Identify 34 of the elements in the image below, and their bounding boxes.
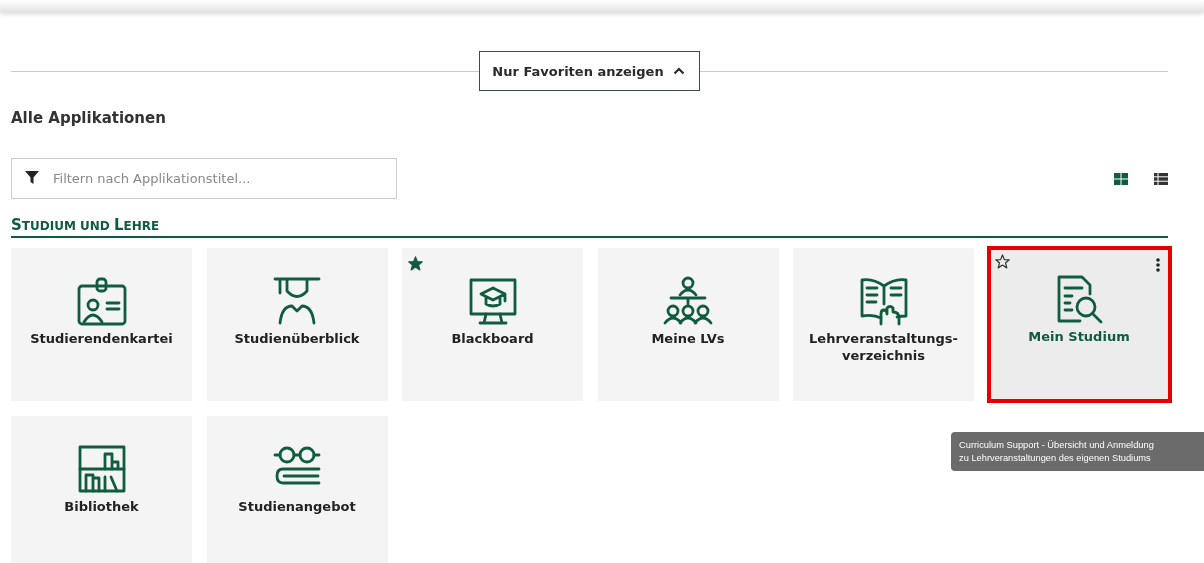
- app-tile[interactable]: Studienangebot: [206, 416, 388, 563]
- app-tile[interactable]: Meine LVs: [597, 248, 779, 401]
- shelf-icon: [76, 444, 127, 494]
- app-tile[interactable]: Studierendenkartei: [11, 248, 192, 401]
- group-icon: [663, 276, 713, 326]
- caret-icon: [672, 67, 685, 75]
- app-tile[interactable]: Bibliothek: [11, 416, 192, 563]
- filter-field[interactable]: Filtern nach Applikationstitel...: [11, 158, 397, 199]
- book-icon: [858, 276, 909, 326]
- app-title: Bibliothek: [63, 498, 140, 515]
- star-outline-icon[interactable]: [994, 254, 1010, 269]
- app-tile[interactable]: Blackboard: [402, 248, 583, 401]
- app-tile[interactable]: Mein Studium: [986, 246, 1172, 403]
- app-title: Mein Studium: [1027, 328, 1131, 345]
- star-filled-icon[interactable]: [408, 256, 423, 271]
- more-options-icon[interactable]: [1155, 258, 1160, 272]
- tooltip-text: zu Lehrveranstaltungen des eigenen Studiums: [959, 452, 1152, 465]
- id-card-icon: [76, 276, 127, 326]
- app-title: Meine LVs: [650, 330, 726, 347]
- monitor-icon: [467, 276, 518, 326]
- graduate-icon: [272, 276, 322, 326]
- app-title: Studienangebot: [237, 498, 357, 515]
- app-title: Studierendenkartei: [29, 330, 174, 347]
- tooltip-text: Curriculum Support - Übersicht und Anmeldung: [959, 439, 1155, 452]
- list-view-icon[interactable]: [1154, 172, 1168, 185]
- page-heading: Alle Applikationen: [11, 109, 167, 127]
- section-heading: STUDIUM UND LEHRE: [11, 216, 1168, 238]
- grid-view-icon[interactable]: [1114, 172, 1128, 185]
- app-tile[interactable]: Lehrveranstaltungs-verzeichnis: [793, 248, 974, 401]
- app-tile[interactable]: Studienüberblick: [206, 248, 388, 401]
- app-title: Studienüberblick: [233, 330, 361, 347]
- app-title: Lehrveranstaltungs-verzeichnis: [808, 330, 959, 364]
- app-title: Blackboard: [450, 330, 535, 347]
- favorites-toggle-button[interactable]: Nur Favoriten anzeigen: [479, 51, 700, 91]
